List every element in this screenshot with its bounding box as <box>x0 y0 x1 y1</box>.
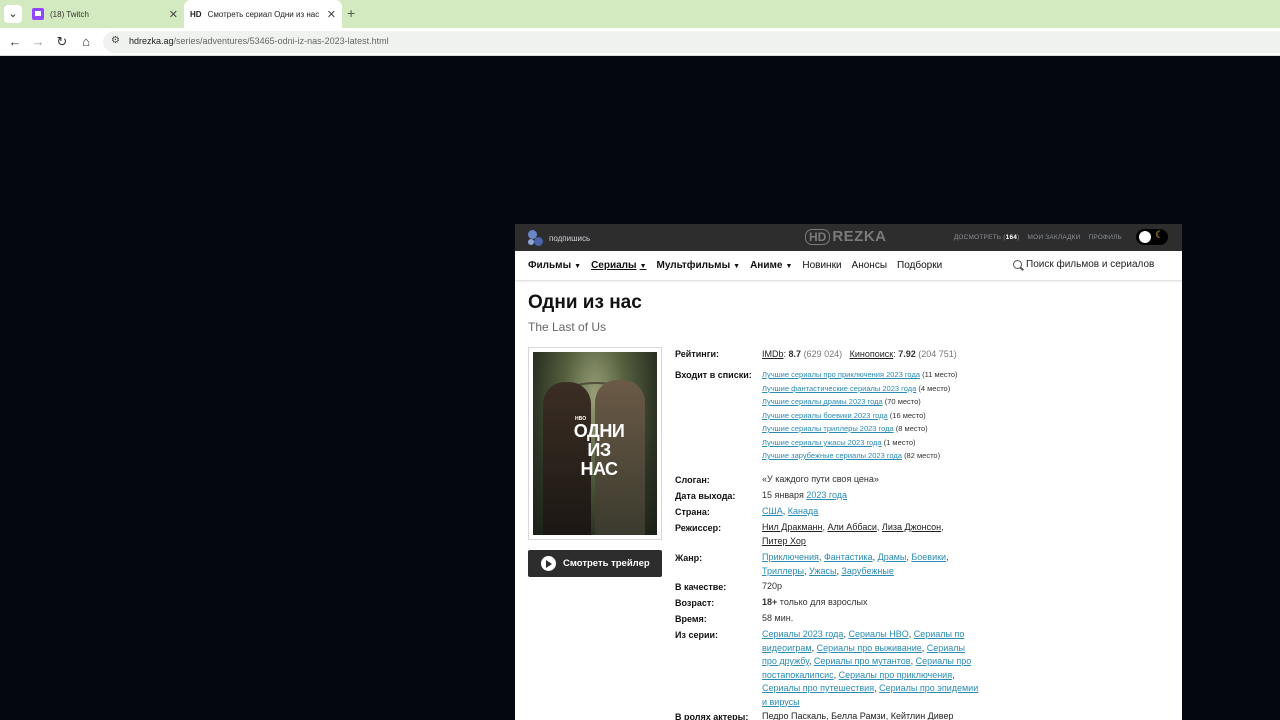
subscribe-link[interactable]: подпишись <box>528 230 590 246</box>
tab-close-icon[interactable]: ✕ <box>327 8 336 21</box>
list-item: Лучшие сериалы боевики 2023 года (16 мес… <box>762 410 926 420</box>
url-text: hdrezka.ag/series/adventures/53465-odni-… <box>129 36 389 46</box>
director-label: Режиссер: <box>675 523 722 533</box>
reload-icon[interactable]: ↻ <box>53 33 71 51</box>
new-tab-icon[interactable]: + <box>347 5 355 21</box>
toggle-knob <box>1139 231 1151 243</box>
user-links: ДОСМОТРЕТЬ (164) МОИ ЗАКЛАДКИ ПРОФИЛЬ <box>954 234 1122 241</box>
chevron-down-icon: ▼ <box>639 263 647 270</box>
home-icon[interactable]: ⌂ <box>77 33 95 51</box>
browser-toolbar: ← → ↻ ⌂ ⚙ hdrezka.ag/series/adventures/5… <box>0 28 1280 56</box>
tab-title: (18) Twitch <box>50 9 89 19</box>
chevron-down-icon: ▼ <box>574 263 582 270</box>
tab-search-chevron-icon[interactable]: ⌄ <box>4 5 22 23</box>
site-info-icon[interactable]: ⚙ <box>111 35 120 46</box>
search-field[interactable]: Поиск фильмов и сериалов <box>1013 259 1154 270</box>
watch-trailer-button[interactable]: Смотреть трейлер <box>528 550 662 577</box>
lists-label: Входит в списки: <box>675 370 752 380</box>
lists-value: Лучшие сериалы про приключения 2023 года… <box>762 368 982 463</box>
country-label: Страна: <box>675 507 710 517</box>
list-item: Лучшие фантастические сериалы 2023 года … <box>762 383 951 393</box>
theme-toggle[interactable]: ☾ <box>1136 229 1168 245</box>
search-icon <box>1013 260 1022 269</box>
back-arrow-icon[interactable]: ← <box>6 33 24 51</box>
time-label: Время: <box>675 614 707 624</box>
slogan-value: «У каждого пути своя цена» <box>762 474 879 484</box>
poster[interactable]: HBO ОДНИ ИЗ НАС <box>528 347 662 540</box>
hdrezka-page: подпишись HD REZKA ДОСМОТРЕТЬ (164) МОИ … <box>515 224 1182 720</box>
ratings-label: Рейтинги: <box>675 349 719 359</box>
address-bar[interactable]: ⚙ hdrezka.ag/series/adventures/53465-odn… <box>103 31 1280 53</box>
nav-announcements[interactable]: Анонсы <box>852 260 887 271</box>
browser-tab-bar: ⌄ (18) Twitch ✕ HD Смотреть сериал Одни … <box>0 0 1280 28</box>
forward-arrow-icon[interactable]: → <box>29 33 47 51</box>
nav-new[interactable]: Новинки <box>802 260 841 271</box>
release-label: Дата выхода: <box>675 491 736 501</box>
age-value: 18+ только для взрослых <box>762 597 868 607</box>
nav-cartoons[interactable]: Мультфильмы ▼ <box>657 260 741 271</box>
release-value: 15 января 2023 года <box>762 490 848 500</box>
list-item: Лучшие сериалы драмы 2023 года (70 место… <box>762 397 921 406</box>
page-title: Одни из нас <box>528 292 642 313</box>
nav-collections[interactable]: Подборки <box>897 260 942 271</box>
poster-image: HBO ОДНИ ИЗ НАС <box>533 352 657 535</box>
nav-films[interactable]: Фильмы ▼ <box>528 260 581 271</box>
tab-close-icon[interactable]: ✕ <box>169 8 178 21</box>
continue-watching-link[interactable]: ДОСМОТРЕТЬ (164) <box>954 234 1020 241</box>
play-icon <box>541 556 556 571</box>
series-value: Сериалы 2023 года, Сериалы HBO, Сериалы … <box>762 629 979 707</box>
slogan-label: Слоган: <box>675 475 710 485</box>
nav-series[interactable]: Сериалы ▼ <box>591 260 646 271</box>
twitch-icon <box>32 8 44 20</box>
age-label: Возраст: <box>675 598 715 608</box>
country-value: США, Канада <box>762 506 819 516</box>
tab-hdrezka[interactable]: HD Смотреть сериал Одни из нас ✕ <box>184 0 342 28</box>
genre-value: Приключения, Фантастика, Драмы, Боевики,… <box>762 552 949 576</box>
bookmarks-link[interactable]: МОИ ЗАКЛАДКИ <box>1027 234 1080 241</box>
ratings-value: IMDb: 8.7 (629 024) Кинопоиск: 7.92 (204… <box>762 349 957 359</box>
time-value: 58 мин. <box>762 613 794 623</box>
main-nav: Фильмы ▼ Сериалы ▼ Мультфильмы ▼ Аниме ▼ Нов… <box>515 251 1182 281</box>
list-item: Лучшие сериалы про приключения 2023 года… <box>762 370 958 379</box>
list-item: Лучшие сериалы ужасы 2023 года (1 место) <box>762 437 916 447</box>
moon-icon: ☾ <box>1155 230 1164 241</box>
quality-value: 720p <box>762 581 783 591</box>
actors-value: Педро Паскаль, Белла Рамзи, Кейтлин Диве… <box>762 711 954 720</box>
top-bar: подпишись HD REZKA ДОСМОТРЕТЬ (164) МОИ … <box>515 224 1182 251</box>
imdb-link[interactable]: IMDb <box>762 349 784 359</box>
chevron-down-icon: ▼ <box>733 263 741 270</box>
hdrezka-favicon-icon: HD <box>190 9 202 19</box>
director-value: Нил Дракманн, Али Аббаси, Лиза Джонсон, П… <box>762 522 944 546</box>
nav-anime[interactable]: Аниме ▼ <box>750 260 792 271</box>
list-item: Лучшие сериалы триллеры 2023 года (8 мес… <box>762 424 928 433</box>
genre-label: Жанр: <box>675 553 703 563</box>
chevron-down-icon: ▼ <box>785 263 793 270</box>
original-title: The Last of Us <box>528 320 607 334</box>
profile-link[interactable]: ПРОФИЛЬ <box>1089 234 1122 241</box>
list-item: Лучшие зарубежные сериалы 2023 года (82 … <box>762 451 941 460</box>
subscribe-icon <box>528 230 544 246</box>
tab-title: Смотреть сериал Одни из нас <box>207 9 320 19</box>
series-label: Из серии: <box>675 630 719 640</box>
actors-label: В ролях актеры: <box>675 712 749 720</box>
kinopoisk-link[interactable]: Кинопоиск <box>850 349 894 359</box>
tab-twitch[interactable]: (18) Twitch ✕ <box>26 0 184 28</box>
site-logo[interactable]: HD REZKA <box>805 228 887 245</box>
quality-label: В качестве: <box>675 582 727 592</box>
